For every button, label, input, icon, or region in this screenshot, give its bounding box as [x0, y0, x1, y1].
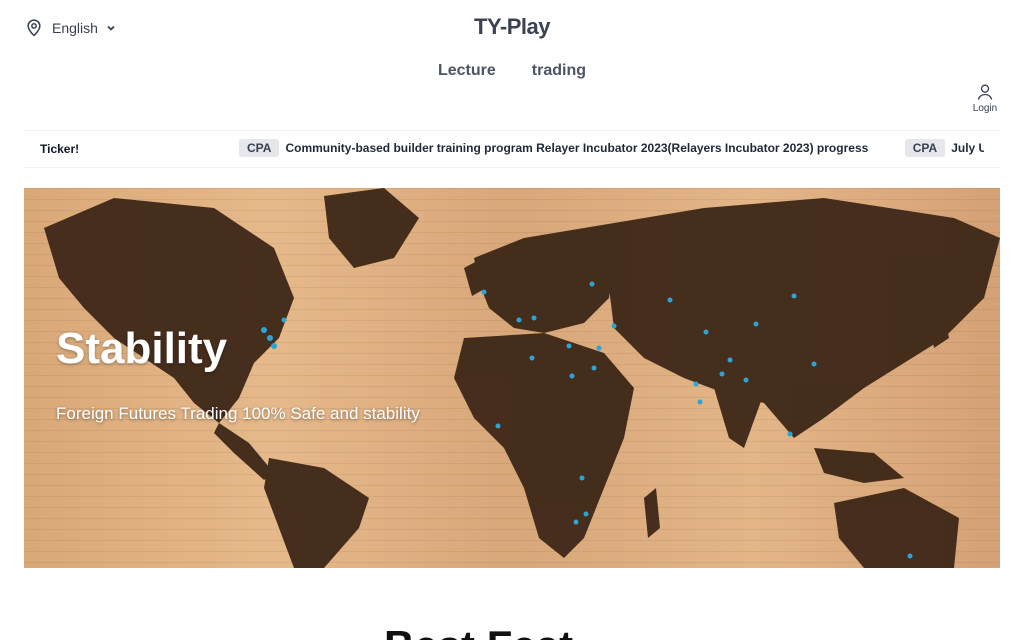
hero-banner: Stability Foreign Futures Trading 100% S… [24, 188, 1000, 568]
ticker-text: Community-based builder training program… [285, 141, 869, 155]
user-icon [977, 84, 993, 100]
section-heading: Best Feat [384, 622, 573, 640]
ticker-text: July U [951, 141, 984, 155]
ticker-item[interactable]: CPA July U [904, 139, 984, 157]
login-button[interactable]: Login [970, 82, 1000, 114]
ticker-item[interactable]: CPA Community-based builder training pro… [239, 139, 868, 157]
world-map-image [44, 188, 1000, 568]
page: English TY-Play Lecture trading Login Ti… [0, 0, 1024, 640]
ticker-label: Ticker! [40, 142, 80, 156]
nav-lecture[interactable]: Lecture [438, 62, 496, 80]
hero-title: Stability [56, 324, 228, 373]
brand-logo[interactable]: TY-Play [0, 14, 1024, 40]
login-label: Login [972, 103, 998, 114]
main-nav: Lecture trading [0, 62, 1024, 80]
ticker-track: CPA Community-based builder training pro… [239, 139, 984, 161]
nav-trading[interactable]: trading [532, 62, 586, 80]
ticker-badge: CPA [904, 139, 946, 157]
ticker-badge: CPA [239, 139, 280, 157]
ticker-bar: Ticker! CPA Community-based builder trai… [24, 130, 1000, 168]
hero-subtitle: Foreign Futures Trading 100% Safe and st… [56, 404, 420, 423]
